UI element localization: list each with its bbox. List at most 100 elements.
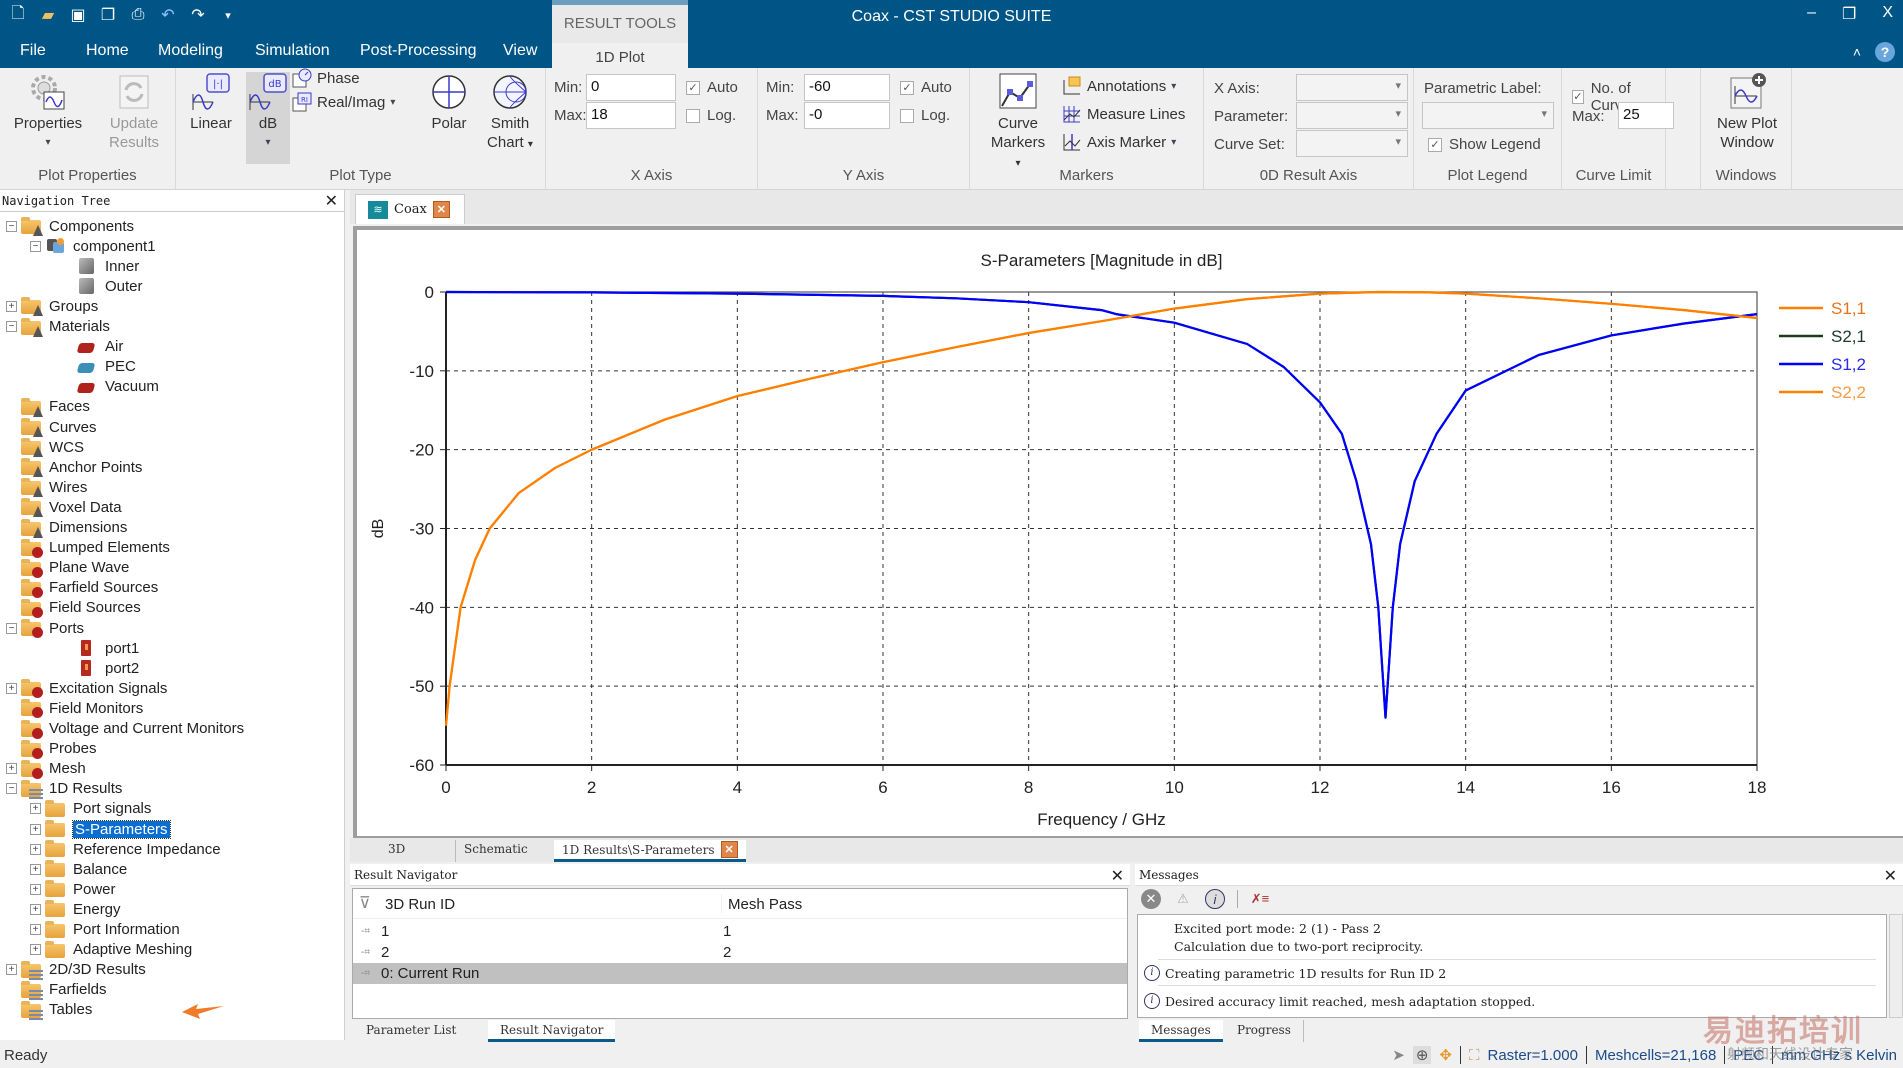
tree-item-farfield-sources[interactable]: Farfield Sources [6,578,158,598]
real-imag-dropdown-icon[interactable]: ▾ [390,97,395,108]
tab-view[interactable]: View [503,42,537,60]
tree-item-outer[interactable]: Outer [62,276,143,296]
tree-item-anchor-points[interactable]: Anchor Points [6,457,142,478]
axis-marker-button[interactable]: Axis Marker ▾ [1062,132,1176,152]
tree-item-port-signals[interactable]: + Port signals [30,799,151,819]
pin-icon[interactable]: -⌗ [361,926,370,937]
phase-button[interactable]: Phase [292,68,360,88]
x-auto-checkbox[interactable]: ✓ Auto [686,79,738,96]
expand-icon[interactable]: + [6,300,17,312]
collapse-icon[interactable]: − [6,622,17,634]
tree-item-materials[interactable]: − Materials [6,317,110,337]
pan-icon[interactable]: ✥ [1439,1046,1452,1064]
tree-item-curves[interactable]: Curves [6,417,97,437]
y-auto-checkbox[interactable]: ✓ Auto [900,79,952,96]
curve-markers-button[interactable]: Curve Markers ▾ [988,72,1048,173]
close-tab-icon[interactable]: ✕ [432,201,450,218]
expand-icon[interactable]: + [30,883,41,895]
properties-dropdown-icon[interactable]: ▾ [10,133,86,152]
y-log-checkbox[interactable]: Log. [900,107,950,124]
collapse-icon[interactable]: − [6,321,17,332]
smith-chart-button[interactable]: Smith Chart ▾ [482,72,538,154]
x-log-checkbox[interactable]: Log. [686,107,736,124]
tree-item-energy[interactable]: + Energy [30,899,121,919]
properties-button[interactable]: Properties ▾ [10,72,86,152]
annotations-button[interactable]: Annotations ▾ [1062,76,1176,96]
db-dropdown-icon[interactable]: ▾ [246,133,290,152]
0d-curve-set-combo[interactable] [1296,130,1408,157]
tab-modeling[interactable]: Modeling [158,42,223,60]
pin-icon[interactable]: -⌗ [361,947,370,958]
filter-icon[interactable]: ⊽ [359,893,371,913]
tree-item-lumped-elements[interactable]: Lumped Elements [6,538,170,558]
table-row[interactable]: -⌗ 1 1 [353,921,1127,942]
0d-x-axis-combo[interactable] [1296,74,1408,101]
annotations-dropdown-icon[interactable]: ▾ [1171,81,1176,92]
view-tab-s-parameters[interactable]: 1D Results\S-Parameters ✕ [554,840,746,862]
view-tab-schematic[interactable]: Schematic [455,840,536,862]
error-filter-icon[interactable]: ✕ [1141,889,1161,909]
smith-dropdown-icon[interactable]: ▾ [528,139,533,150]
0d-parameter-combo[interactable] [1296,102,1408,129]
tree-item-s-parameters[interactable]: + S-Parameters [30,819,171,839]
minimize-icon[interactable]: – [1807,4,1816,24]
axis-marker-dropdown-icon[interactable]: ▾ [1171,137,1176,148]
tab-home[interactable]: Home [86,42,129,60]
tree-item-port-information[interactable]: + Port Information [30,920,180,940]
update-results-button[interactable]: Update Results [96,72,172,152]
plot-window[interactable]: S-Parameters [Magnitude in dB] 0 2 4 6 8 10 12 1… [353,226,1903,840]
parametric-label-combo[interactable] [1422,102,1554,129]
collapse-ribbon-icon[interactable]: ˄ [1853,44,1861,60]
show-legend-checkbox[interactable]: ✓ Show Legend [1428,136,1541,153]
collapse-icon[interactable]: − [30,240,41,252]
tree-item-adaptive-meshing[interactable]: + Adaptive Meshing [30,940,192,960]
zoom-icon[interactable]: ⊕ [1412,1046,1432,1064]
tree-item-1d-results[interactable]: − 1D Results [6,779,122,799]
tree-item-field-monitors[interactable]: Field Monitors [6,698,143,719]
messages-scrollbar[interactable] [1889,914,1903,1018]
navigation-tree-close-icon[interactable]: ✕ [325,191,338,211]
tree-item-field-sources[interactable]: Field Sources [6,598,141,618]
tree-item-excitation-signals[interactable]: + Excitation Signals [6,678,167,699]
linear-button[interactable]: |·| Linear [186,72,236,133]
info-filter-icon[interactable]: i [1205,889,1225,909]
collapse-icon[interactable]: − [6,220,17,232]
tab-messages[interactable]: Messages [1139,1020,1223,1042]
expand-icon[interactable]: + [30,823,41,835]
save-icon[interactable]: ▣ [68,4,88,26]
x-min-input[interactable]: 0 [586,74,676,101]
fit-view-icon[interactable]: ⛶ [1469,1047,1480,1064]
redo-icon[interactable]: ↷ [188,4,208,26]
tree-item-dimensions[interactable]: Dimensions [6,518,127,538]
expand-icon[interactable]: + [30,843,41,855]
table-row-selected[interactable]: -⌗ 0: Current Run [353,963,1127,984]
tab-parameter-list[interactable]: Parameter List [354,1020,468,1042]
tree-item-power[interactable]: + Power [30,879,116,899]
y-max-input[interactable]: -0 [804,102,890,129]
collapse-icon[interactable]: − [6,783,17,795]
expand-icon[interactable]: + [30,863,41,875]
s-parameter-chart[interactable]: S-Parameters [Magnitude in dB] 0 2 4 6 8 10 12 1… [357,230,1903,836]
tree-item-port1[interactable]: port1 [62,638,139,658]
print-icon[interactable]: ⎙ [128,4,148,26]
tree-item-inner[interactable]: Inner [62,256,139,276]
x-max-input[interactable]: 18 [586,102,676,129]
expand-icon[interactable]: + [30,803,41,815]
tree-item-balance[interactable]: + Balance [30,859,127,879]
tree-item-port2[interactable]: port2 [62,658,139,678]
result-navigator-close-icon[interactable]: ✕ [1111,866,1124,886]
messages-close-icon[interactable]: ✕ [1884,866,1897,886]
restore-icon[interactable]: ❐ [1842,4,1856,24]
new-plot-window-button[interactable]: New Plot Window [1707,72,1787,152]
open-folder-icon[interactable]: ▰ [38,4,58,26]
warning-filter-icon[interactable]: ⚠ [1173,889,1193,909]
tree-item-component1[interactable]: − component1 [30,236,156,256]
tree-item-farfields[interactable]: Farfields [6,980,107,1000]
tree-item-wires[interactable]: Wires [6,477,87,498]
tree-item-components[interactable]: − Components [6,216,134,236]
real-imag-button[interactable]: RI Real/Imag ▾ [292,92,395,112]
view-tab-3d[interactable]: 3D [380,840,413,862]
clear-messages-icon[interactable]: ✗≡ [1250,889,1270,909]
column-header-mesh-pass[interactable]: Mesh Pass [721,894,802,913]
expand-icon[interactable]: + [30,944,41,956]
